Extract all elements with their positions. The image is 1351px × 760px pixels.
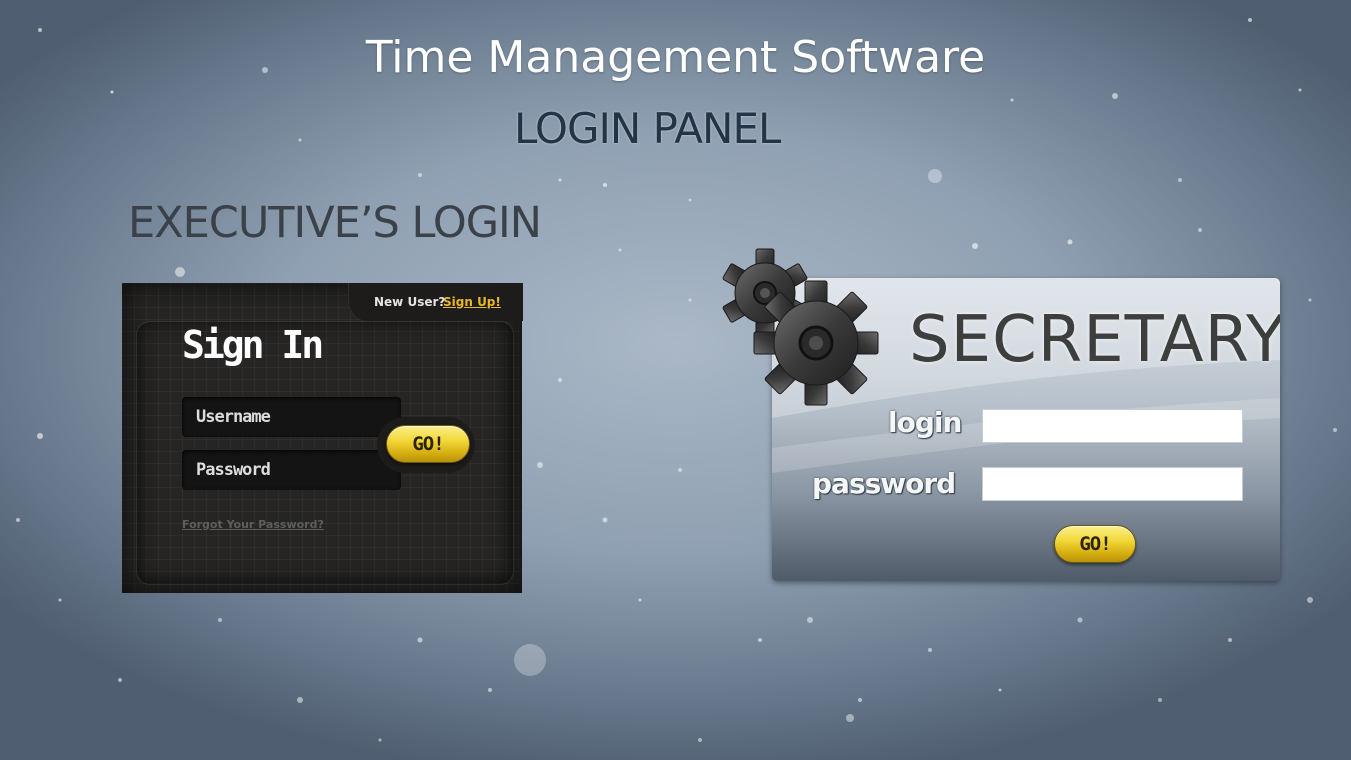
sign-in-title: Sign In xyxy=(182,323,324,367)
new-user-text: New User? xyxy=(374,295,446,309)
app-title: Time Management Software xyxy=(365,32,986,83)
password-input[interactable] xyxy=(182,450,401,490)
executive-login-card: New User? Sign Up! Sign In GO! Forgot Yo… xyxy=(122,283,523,593)
password-label: password xyxy=(812,467,956,500)
secretary-go-button[interactable]: GO! xyxy=(1054,525,1136,563)
secretary-login-input[interactable] xyxy=(982,409,1243,443)
panel-title: LOGIN PANEL xyxy=(514,104,781,153)
username-input[interactable] xyxy=(182,397,401,437)
executive-go-button[interactable]: GO! xyxy=(386,425,470,463)
login-label: login xyxy=(888,406,962,439)
secretary-password-input[interactable] xyxy=(982,467,1243,501)
forgot-password-link[interactable]: Forgot Your Password? xyxy=(182,518,324,531)
sign-up-link[interactable]: Sign Up! xyxy=(443,295,501,309)
executive-login-heading: EXECUTIVE’S LOGIN xyxy=(128,198,542,248)
username-field-wrap xyxy=(182,397,401,437)
password-field-wrap xyxy=(182,450,401,490)
gears-icon xyxy=(722,248,879,406)
secretary-title: SECRETARY xyxy=(909,303,1280,377)
